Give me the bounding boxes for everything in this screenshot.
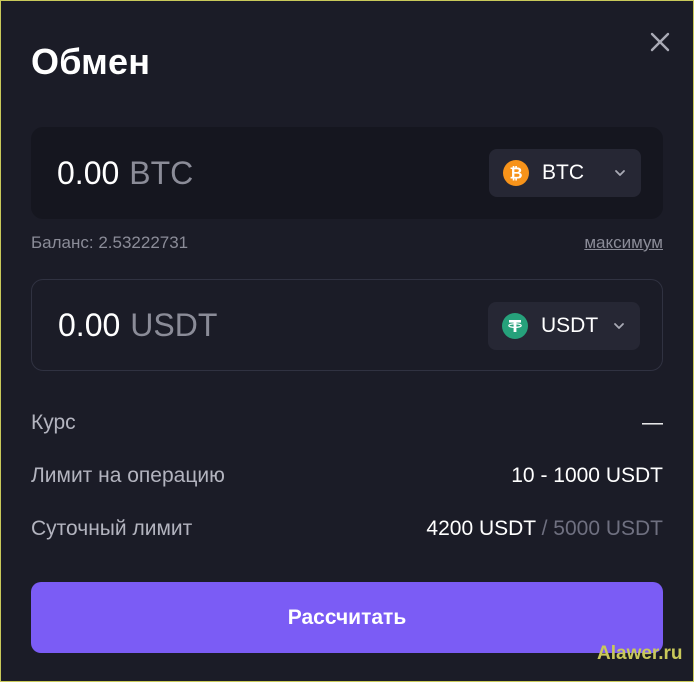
daily-limit-total: 5000 USDT <box>553 517 663 540</box>
daily-limit-value: 4200 USDT / 5000 USDT <box>426 517 663 541</box>
from-currency-label: BTC <box>542 161 584 184</box>
to-amount-unit: USDT <box>130 306 218 343</box>
from-amount-box: 0.00 BTC ₿ BTC <box>31 127 663 219</box>
to-amount-box: 0.00 USDT USDT <box>31 279 663 371</box>
daily-limit-used: 4200 USDT <box>426 517 536 540</box>
close-button[interactable] <box>645 27 675 57</box>
limit-label: Лимит на операцию <box>31 464 225 487</box>
calculate-button[interactable]: Рассчитать <box>31 582 663 653</box>
balance-text: Баланс: 2.53222731 <box>31 233 189 252</box>
from-currency-select[interactable]: ₿ BTC <box>489 149 641 197</box>
to-currency-select[interactable]: USDT <box>488 302 640 350</box>
rate-value: — <box>642 411 663 434</box>
max-link[interactable]: максимум <box>584 233 663 253</box>
to-amount-value: 0.00 <box>58 306 121 343</box>
to-currency-label: USDT <box>541 314 599 337</box>
from-amount-unit: BTC <box>129 154 194 191</box>
limit-row: Лимит на операцию 10 - 1000 USDT <box>31 464 663 488</box>
close-icon <box>650 32 670 52</box>
daily-limit-label: Суточный лимит <box>31 517 193 540</box>
chevron-down-icon <box>612 319 626 333</box>
exchange-modal: Обмен 0.00 BTC ₿ BTC Баланс: 2.53222731 <box>0 0 694 682</box>
chevron-down-icon <box>613 166 627 180</box>
tether-icon <box>502 313 528 339</box>
from-amount-input[interactable]: 0.00 BTC <box>57 127 193 219</box>
from-amount-value: 0.00 <box>57 154 120 191</box>
bitcoin-icon: ₿ <box>503 160 529 186</box>
svg-text:₿: ₿ <box>509 165 522 183</box>
modal-title: Обмен <box>31 41 151 82</box>
daily-limit-row: Суточный лимит 4200 USDT / 5000 USDT <box>31 517 663 541</box>
rate-row: Курс — <box>31 411 663 435</box>
balance-row: Баланс: 2.53222731 максимум <box>31 233 663 253</box>
watermark-text: Alawer.ru <box>597 643 683 664</box>
rate-label: Курс <box>31 411 76 434</box>
to-amount-input[interactable]: 0.00 USDT <box>58 280 217 370</box>
limit-value: 10 - 1000 USDT <box>511 464 663 487</box>
daily-limit-separator: / <box>535 517 554 540</box>
